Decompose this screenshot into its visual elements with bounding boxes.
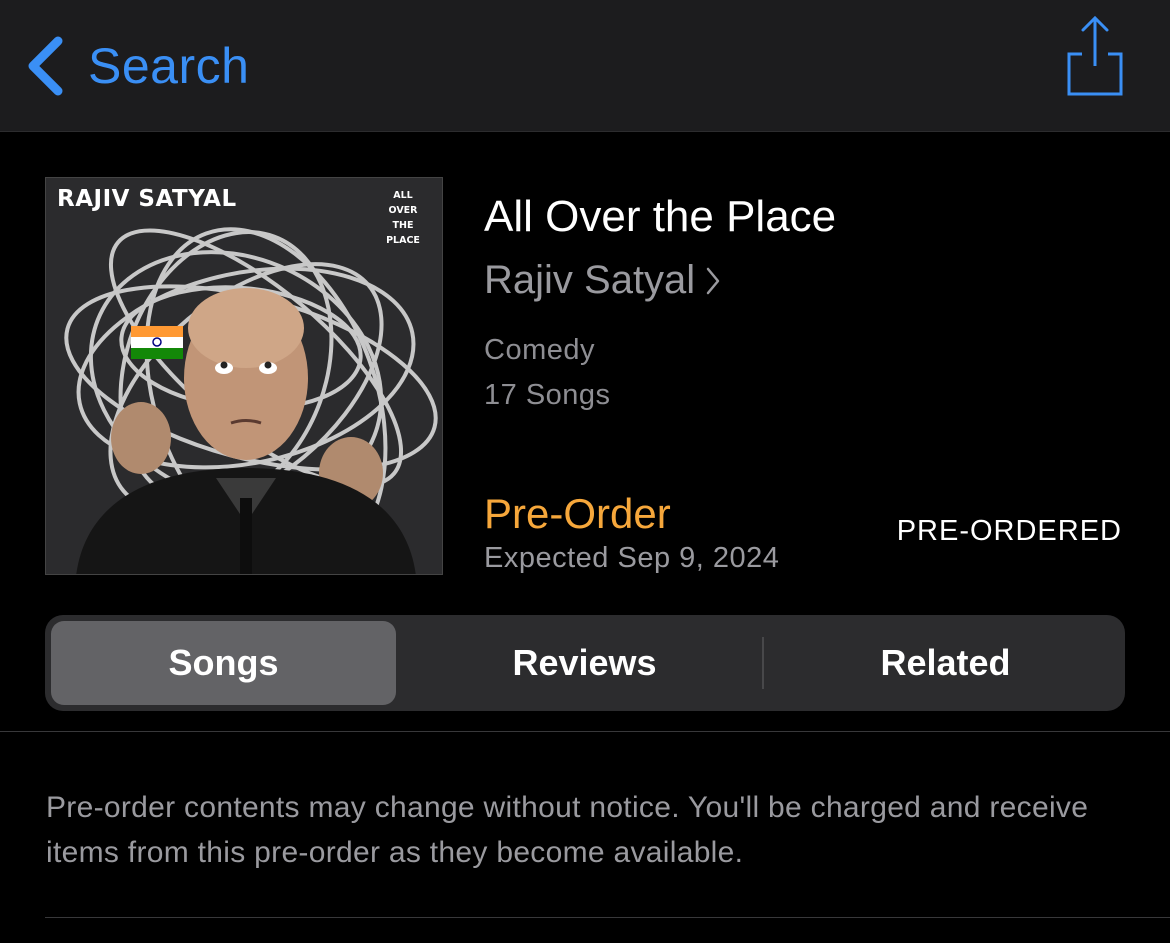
preorder-label: Pre-Order (484, 490, 671, 537)
divider-bottom (45, 917, 1170, 918)
share-icon (1067, 15, 1123, 96)
preordered-status-button[interactable]: PRE-ORDERED (897, 515, 1122, 548)
artist-name: Rajiv Satyal (484, 258, 696, 302)
divider (0, 731, 1170, 732)
preorder-notice: Pre-order contents may change without no… (46, 791, 1089, 869)
tab-reviews[interactable]: Reviews (412, 621, 757, 705)
artwork-title-text: ALL OVER THE PLACE (386, 190, 420, 246)
segment-divider (762, 637, 764, 689)
tab-songs[interactable]: Songs (51, 621, 396, 705)
expected-release-date: Expected Sep 9, 2024 (484, 542, 780, 574)
back-button[interactable]: Search (24, 30, 249, 102)
back-button-label: Search (88, 38, 250, 94)
artwork-artist-text: RAJIV SATYAL (57, 186, 237, 212)
segmented-control: Songs Reviews Related (45, 615, 1125, 711)
chevron-right-icon (706, 267, 720, 294)
tab-related[interactable]: Related (773, 621, 1118, 705)
artist-link[interactable]: Rajiv Satyal (484, 258, 721, 303)
navigation-bar: Search (0, 0, 1170, 132)
genre-label: Comedy (484, 334, 595, 366)
album-artwork[interactable]: RAJIV SATYAL ALL OVER THE PLACE (45, 177, 443, 575)
share-button[interactable] (1062, 14, 1128, 100)
album-title: All Over the Place (484, 192, 837, 241)
song-count: 17 Songs (484, 379, 611, 411)
chevron-left-icon (28, 36, 63, 96)
